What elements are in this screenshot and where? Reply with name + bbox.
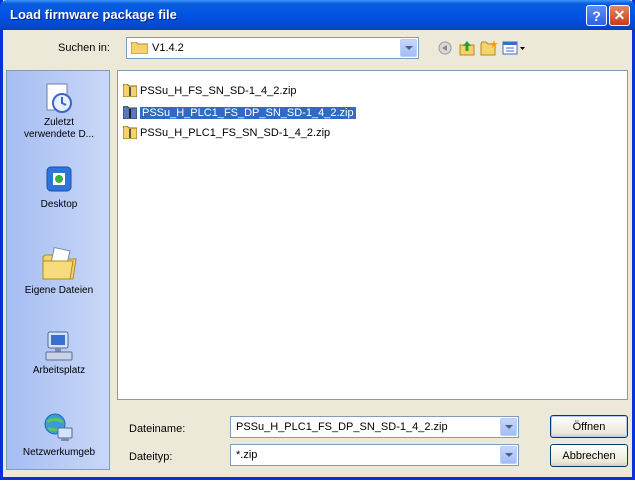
- help-button[interactable]: ?: [586, 5, 607, 26]
- filename-combo[interactable]: PSSu_H_PLC1_FS_DP_SN_SD-1_4_2.zip: [230, 416, 519, 438]
- recent-documents-icon: [46, 83, 72, 113]
- zip-folder-icon: [123, 84, 137, 97]
- chevron-down-icon[interactable]: [400, 39, 417, 57]
- my-computer-icon: [45, 331, 73, 361]
- place-network-label: Netzwerkumgeb: [22, 447, 96, 458]
- filename-label: Dateiname:: [129, 423, 186, 435]
- cancel-button[interactable]: Abbrechen: [550, 444, 628, 467]
- place-recent-label: Zuletzt verwendete D...: [23, 117, 95, 140]
- file-name: PSSu_H_PLC1_FS_DP_SN_SD-1_4_2.zip: [140, 106, 356, 119]
- new-folder-icon[interactable]: [479, 39, 499, 57]
- open-button[interactable]: Öffnen: [550, 415, 628, 438]
- desktop-icon: [46, 166, 72, 192]
- place-desktop-label: Desktop: [40, 199, 78, 210]
- network-icon: [44, 413, 73, 441]
- open-button-label: Öffnen: [572, 420, 606, 433]
- place-recent[interactable]: Zuletzt verwendete D...: [7, 75, 111, 155]
- place-my-documents[interactable]: Eigene Dateien: [7, 239, 111, 319]
- views-menu-icon[interactable]: [501, 39, 527, 57]
- file-list[interactable]: PSSu_H_FS_SN_SD-1_4_2.zip PSSu_H_PLC1_FS…: [117, 70, 628, 400]
- back-icon[interactable]: [435, 39, 455, 57]
- close-button[interactable]: ✕: [609, 5, 630, 26]
- window-title: Load firmware package file: [10, 7, 177, 22]
- close-icon: ✕: [613, 7, 626, 23]
- zip-folder-icon: [123, 126, 137, 139]
- file-item[interactable]: PSSu_H_FS_SN_SD-1_4_2.zip: [123, 83, 297, 98]
- chevron-down-icon[interactable]: [500, 418, 517, 436]
- look-in-dropdown[interactable]: V1.4.2: [126, 37, 419, 59]
- filetype-value: *.zip: [236, 449, 258, 461]
- places-bar: Zuletzt verwendete D... Desktop Eigene D…: [6, 70, 110, 470]
- file-item[interactable]: PSSu_H_PLC1_FS_SN_SD-1_4_2.zip: [123, 125, 330, 140]
- folder-icon: [131, 42, 148, 54]
- file-item-selected[interactable]: PSSu_H_PLC1_FS_DP_SN_SD-1_4_2.zip: [123, 105, 356, 120]
- place-my-computer-label: Arbeitsplatz: [32, 365, 86, 376]
- help-icon: ?: [592, 7, 601, 24]
- place-my-documents-label: Eigene Dateien: [24, 285, 94, 296]
- file-name: PSSu_H_FS_SN_SD-1_4_2.zip: [140, 84, 297, 97]
- zip-folder-icon: [123, 106, 137, 119]
- title-bar[interactable]: Load firmware package file ? ✕: [0, 0, 635, 30]
- cancel-button-label: Abbrechen: [562, 449, 616, 462]
- look-in-value: V1.4.2: [152, 42, 184, 54]
- up-folder-icon[interactable]: [457, 39, 477, 57]
- look-in-label: Suchen in:: [58, 42, 110, 54]
- filetype-combo[interactable]: *.zip: [230, 444, 519, 466]
- place-my-computer[interactable]: Arbeitsplatz: [7, 323, 111, 403]
- place-desktop[interactable]: Desktop: [7, 157, 111, 237]
- place-network[interactable]: Netzwerkumgeb: [7, 405, 111, 485]
- my-documents-icon: [42, 246, 77, 280]
- filetype-label: Dateityp:: [129, 451, 173, 463]
- file-open-dialog: Load firmware package file ? ✕ Suchen in…: [0, 0, 635, 480]
- filename-value: PSSu_H_PLC1_FS_DP_SN_SD-1_4_2.zip: [236, 421, 448, 433]
- file-name: PSSu_H_PLC1_FS_SN_SD-1_4_2.zip: [140, 126, 331, 139]
- chevron-down-icon[interactable]: [500, 446, 517, 464]
